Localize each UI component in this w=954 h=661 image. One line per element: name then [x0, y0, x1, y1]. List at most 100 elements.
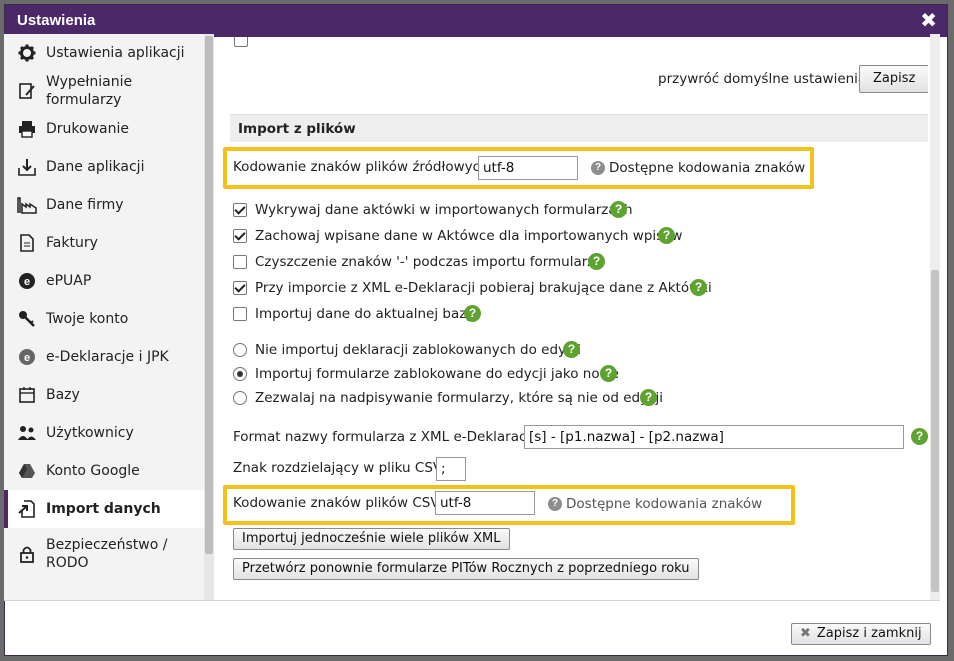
database-icon	[16, 384, 38, 406]
window-title: Ustawienia	[17, 12, 96, 29]
radio-label: Nie importuj deklaracji zablokowanych do…	[255, 342, 581, 358]
sidebar-item-app-data[interactable]: Dane aplikacji	[4, 148, 204, 186]
source-encoding-input[interactable]: utf-8	[478, 156, 578, 180]
help-icon[interactable]: ?	[911, 428, 928, 445]
checkbox-label: Importuj dane do aktualnej bazy	[255, 306, 475, 322]
printer-icon	[16, 118, 38, 140]
sidebar-item-databases[interactable]: Bazy	[4, 376, 204, 414]
partial-checkbox[interactable]	[234, 37, 248, 47]
sidebar-item-google-account[interactable]: Konto Google	[4, 452, 204, 490]
key-icon	[16, 308, 38, 330]
factory-icon	[16, 194, 38, 216]
epuap-icon: e	[16, 270, 38, 292]
main-panel: przywróć domyślne ustawienia Zapisz Impo…	[218, 34, 928, 600]
sidebar-item-invoices[interactable]: Faktury	[4, 224, 204, 262]
main-scrollbar[interactable]	[930, 34, 940, 600]
radio-label: Zezwalaj na nadpisywanie formularzy, któ…	[255, 390, 663, 406]
checkbox-keep-briefcase-data[interactable]	[233, 229, 247, 243]
close-x-icon: ✖	[800, 626, 811, 641]
lock-icon	[16, 543, 38, 565]
sidebar-item-label: Użytkownicy	[46, 425, 134, 441]
users-icon	[16, 422, 38, 444]
checkbox-label: Czyszczenie znaków '-' podczas importu f…	[255, 254, 603, 270]
help-icon[interactable]: ?	[548, 497, 562, 511]
sidebar-item-edeklaracje[interactable]: e e-Deklaracje i JPK	[4, 338, 204, 376]
checkbox-label: Przy imporcie z XML e-Deklaracji pobiera…	[255, 280, 712, 296]
sidebar-item-printing[interactable]: Drukowanie	[4, 110, 204, 148]
close-icon[interactable]: ✖	[920, 9, 937, 31]
sidebar-scrollbar-thumb[interactable]	[205, 36, 213, 554]
checkbox-detect-briefcase[interactable]	[233, 203, 247, 217]
google-drive-icon	[16, 460, 38, 482]
svg-text:e: e	[24, 276, 30, 288]
sidebar-item-data-import[interactable]: Import danych	[4, 490, 204, 528]
sidebar-item-company-data[interactable]: Dane firmy	[4, 186, 204, 224]
section-title: Import z plików	[238, 121, 356, 137]
sidebar-item-users[interactable]: Użytkownicy	[4, 414, 204, 452]
import-many-xml-button[interactable]: Importuj jednocześnie wiele plików XML	[233, 528, 510, 550]
checkbox-xml-fetch-missing[interactable]	[233, 281, 247, 295]
sidebar-item-epuap[interactable]: e ePUAP	[4, 262, 204, 300]
import-icon	[16, 498, 38, 520]
available-encodings-link[interactable]: Dostępne kodowania znaków	[609, 160, 805, 176]
checkbox-label: Zachowaj wpisane dane w Aktówce dla impo…	[255, 228, 683, 244]
radio-label: Importuj formularze zablokowane do edycj…	[255, 366, 619, 382]
gear-icon	[16, 42, 38, 64]
source-encoding-label: Kodowanie znaków plików źródłowych	[233, 159, 489, 175]
help-icon[interactable]: ?	[690, 279, 707, 296]
sidebar-item-label: ePUAP	[46, 273, 92, 289]
sidebar-item-app-settings[interactable]: Ustawienia aplikacji	[4, 34, 204, 72]
sidebar-item-form-filling[interactable]: Wypełnianie formularzy	[4, 72, 204, 110]
help-icon[interactable]: ?	[588, 253, 605, 270]
radio-dont-import-locked[interactable]	[233, 343, 247, 357]
sidebar-item-label: Ustawienia aplikacji	[46, 45, 185, 61]
xml-format-input[interactable]: [s] - [p1.nazwa] - [p2.nazwa]	[524, 425, 904, 449]
save-button[interactable]: Zapisz	[859, 65, 928, 93]
sidebar-item-label: Wypełnianie formularzy	[46, 74, 133, 108]
sidebar: Ustawienia aplikacji Wypełnianie formula…	[4, 34, 204, 600]
help-icon[interactable]: ?	[600, 365, 617, 382]
sidebar-item-label: e-Deklaracje i JPK	[46, 349, 169, 365]
radio-allow-overwrite[interactable]	[233, 391, 247, 405]
edit-form-icon	[16, 80, 38, 102]
csv-separator-label: Znak rozdzielający w pliku CSV	[233, 460, 443, 476]
sidebar-item-label: Faktury	[46, 235, 98, 251]
download-tray-icon	[16, 156, 38, 178]
sidebar-item-your-account[interactable]: Twoje konto	[4, 300, 204, 338]
csv-encoding-input[interactable]: utf-8	[435, 491, 535, 515]
radio-import-locked-as-new[interactable]	[233, 367, 247, 381]
csv-encoding-label: Kodowanie znaków plików CSV	[233, 495, 440, 511]
footer-divider	[4, 600, 940, 601]
save-and-close-button[interactable]: ✖ Zapisz i zamknij	[791, 623, 931, 645]
title-bar: Ustawienia ✖	[5, 5, 947, 37]
help-icon[interactable]: ?	[563, 341, 580, 358]
restore-defaults-link[interactable]: przywróć domyślne ustawienia	[658, 71, 866, 87]
checkbox-clear-dashes[interactable]	[233, 255, 247, 269]
csv-available-encodings-link[interactable]: Dostępne kodowania znaków	[566, 496, 762, 512]
help-icon[interactable]: ?	[640, 389, 657, 406]
help-icon[interactable]: ?	[658, 227, 675, 244]
main-scrollbar-thumb[interactable]	[931, 270, 939, 592]
sidebar-scrollbar[interactable]	[204, 34, 214, 600]
save-and-close-label: Zapisz i zamknij	[816, 626, 922, 641]
help-icon[interactable]: ?	[591, 161, 605, 175]
help-icon[interactable]: ?	[610, 201, 627, 218]
sidebar-item-label: Dane firmy	[46, 197, 124, 213]
csv-separator-input[interactable]: ;	[436, 457, 466, 481]
sidebar-item-label: Twoje konto	[46, 311, 129, 327]
reprocess-pit-button[interactable]: Przetwórz ponownie formularze PITów Rocz…	[233, 558, 699, 580]
sidebar-item-label: Bazy	[46, 387, 80, 403]
section-header: Import z plików	[230, 114, 928, 142]
sidebar-item-label: Drukowanie	[46, 121, 129, 137]
sidebar-item-label: Import danych	[46, 501, 161, 517]
sidebar-item-label: Dane aplikacji	[46, 159, 145, 175]
sidebar-item-label: Konto Google	[46, 463, 140, 479]
xml-format-label: Format nazwy formularza z XML e-Deklarac…	[233, 429, 534, 445]
sidebar-item-security-rodo[interactable]: Bezpieczeństwo / RODO	[4, 528, 204, 580]
checkbox-label: Wykrywaj dane aktówki w importowanych fo…	[255, 202, 633, 218]
edeklaracje-icon: e	[16, 346, 38, 368]
sidebar-item-label: Bezpieczeństwo / RODO	[46, 537, 168, 571]
checkbox-import-current-db[interactable]	[233, 307, 247, 321]
document-icon	[16, 232, 38, 254]
help-icon[interactable]: ?	[464, 305, 481, 322]
